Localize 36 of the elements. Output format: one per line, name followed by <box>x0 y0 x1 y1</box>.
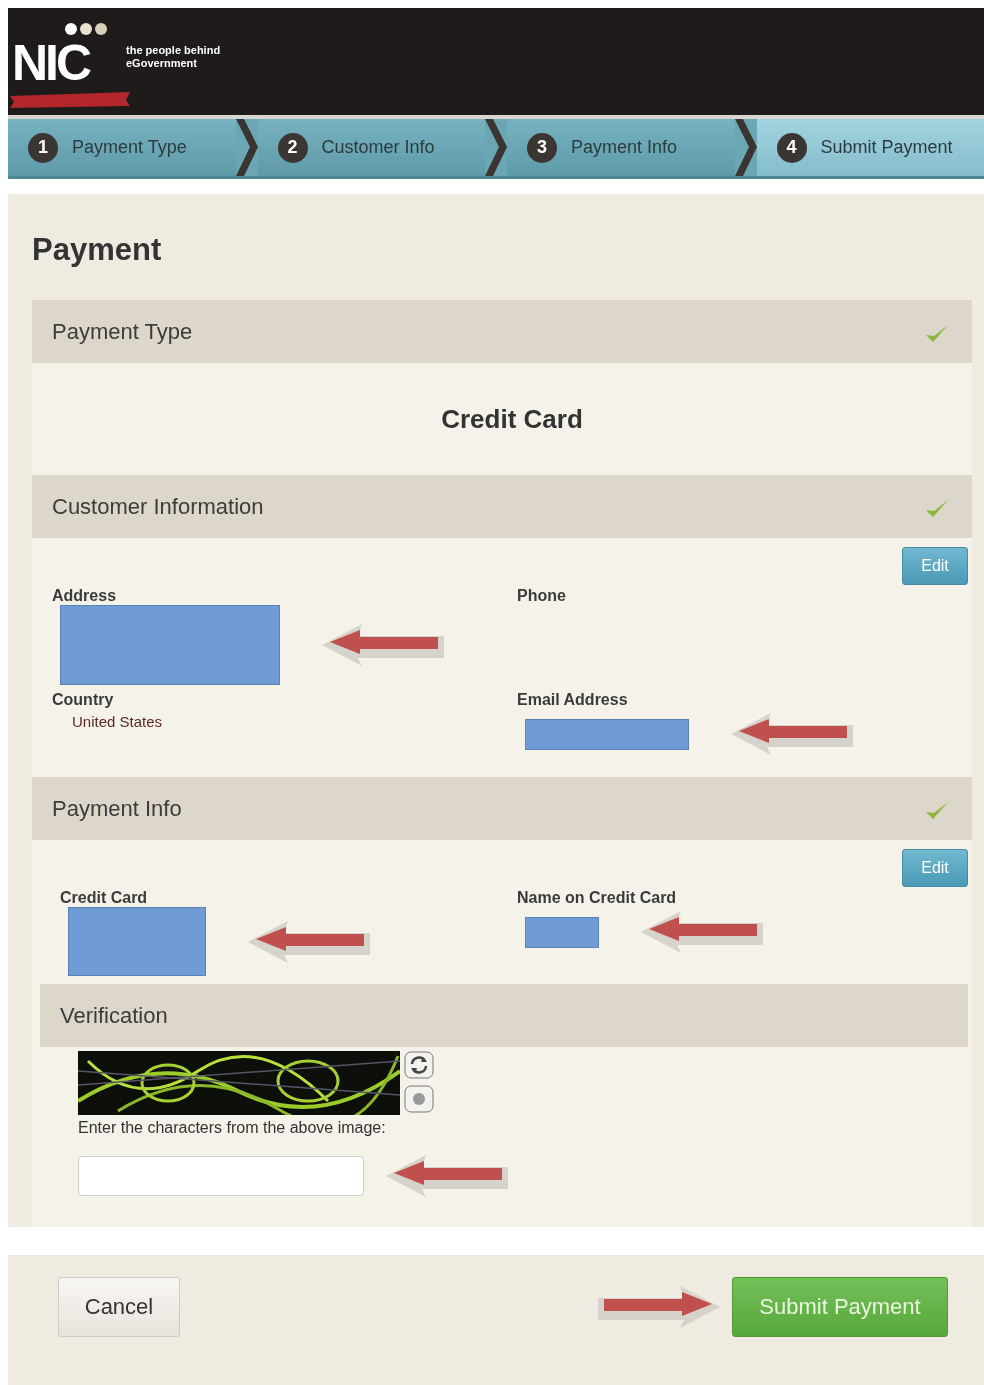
payment-type-value: Credit Card <box>441 403 583 435</box>
step-tab[interactable]: 1 Payment Type <box>8 119 236 176</box>
chevron-icon <box>235 119 258 176</box>
step-number-badge: 4 <box>776 132 807 163</box>
step-label: Submit Payment <box>820 137 953 158</box>
step-label: Payment Type <box>72 137 187 158</box>
logo-tagline: the people behind eGovernment <box>126 44 222 70</box>
logo-text[interactable]: NIC <box>12 38 90 88</box>
step-tab[interactable]: 3 Payment Info <box>507 119 735 176</box>
chevron-icon <box>734 119 757 176</box>
field-value: United States <box>72 713 164 730</box>
field-label: Address <box>52 587 118 605</box>
step-tab[interactable]: 2 Customer Info <box>257 119 485 176</box>
captcha-instructions: Enter the characters from the above image: <box>78 1119 387 1137</box>
field-label: Credit Card <box>60 889 149 907</box>
field-label: Email Address <box>517 691 629 709</box>
field-label: Phone <box>517 587 567 605</box>
audio-icon[interactable] <box>404 1085 434 1113</box>
ribbon-icon <box>10 92 130 108</box>
section-title: Verification <box>60 1002 168 1029</box>
step-label: Customer Info <box>321 137 435 158</box>
section-title: Payment Info <box>52 795 182 822</box>
page-title: Payment <box>32 232 163 268</box>
field-label: Name on Credit Card <box>517 889 678 907</box>
step-number-badge: 1 <box>28 132 58 163</box>
chevron-icon <box>485 119 507 176</box>
step-tab[interactable]: 4 Submit Payment <box>756 119 984 176</box>
section-title: Customer Information <box>52 493 264 520</box>
refresh-icon[interactable] <box>404 1051 434 1079</box>
step-label: Payment Info <box>571 137 678 158</box>
step-number-badge: 3 <box>527 132 557 163</box>
section-title: Payment Type <box>52 318 193 345</box>
cancel-button[interactable]: Cancel <box>58 1277 180 1337</box>
captcha-input[interactable] <box>78 1156 364 1196</box>
step-number-badge: 2 <box>277 132 308 163</box>
field-label: Country <box>52 691 115 709</box>
